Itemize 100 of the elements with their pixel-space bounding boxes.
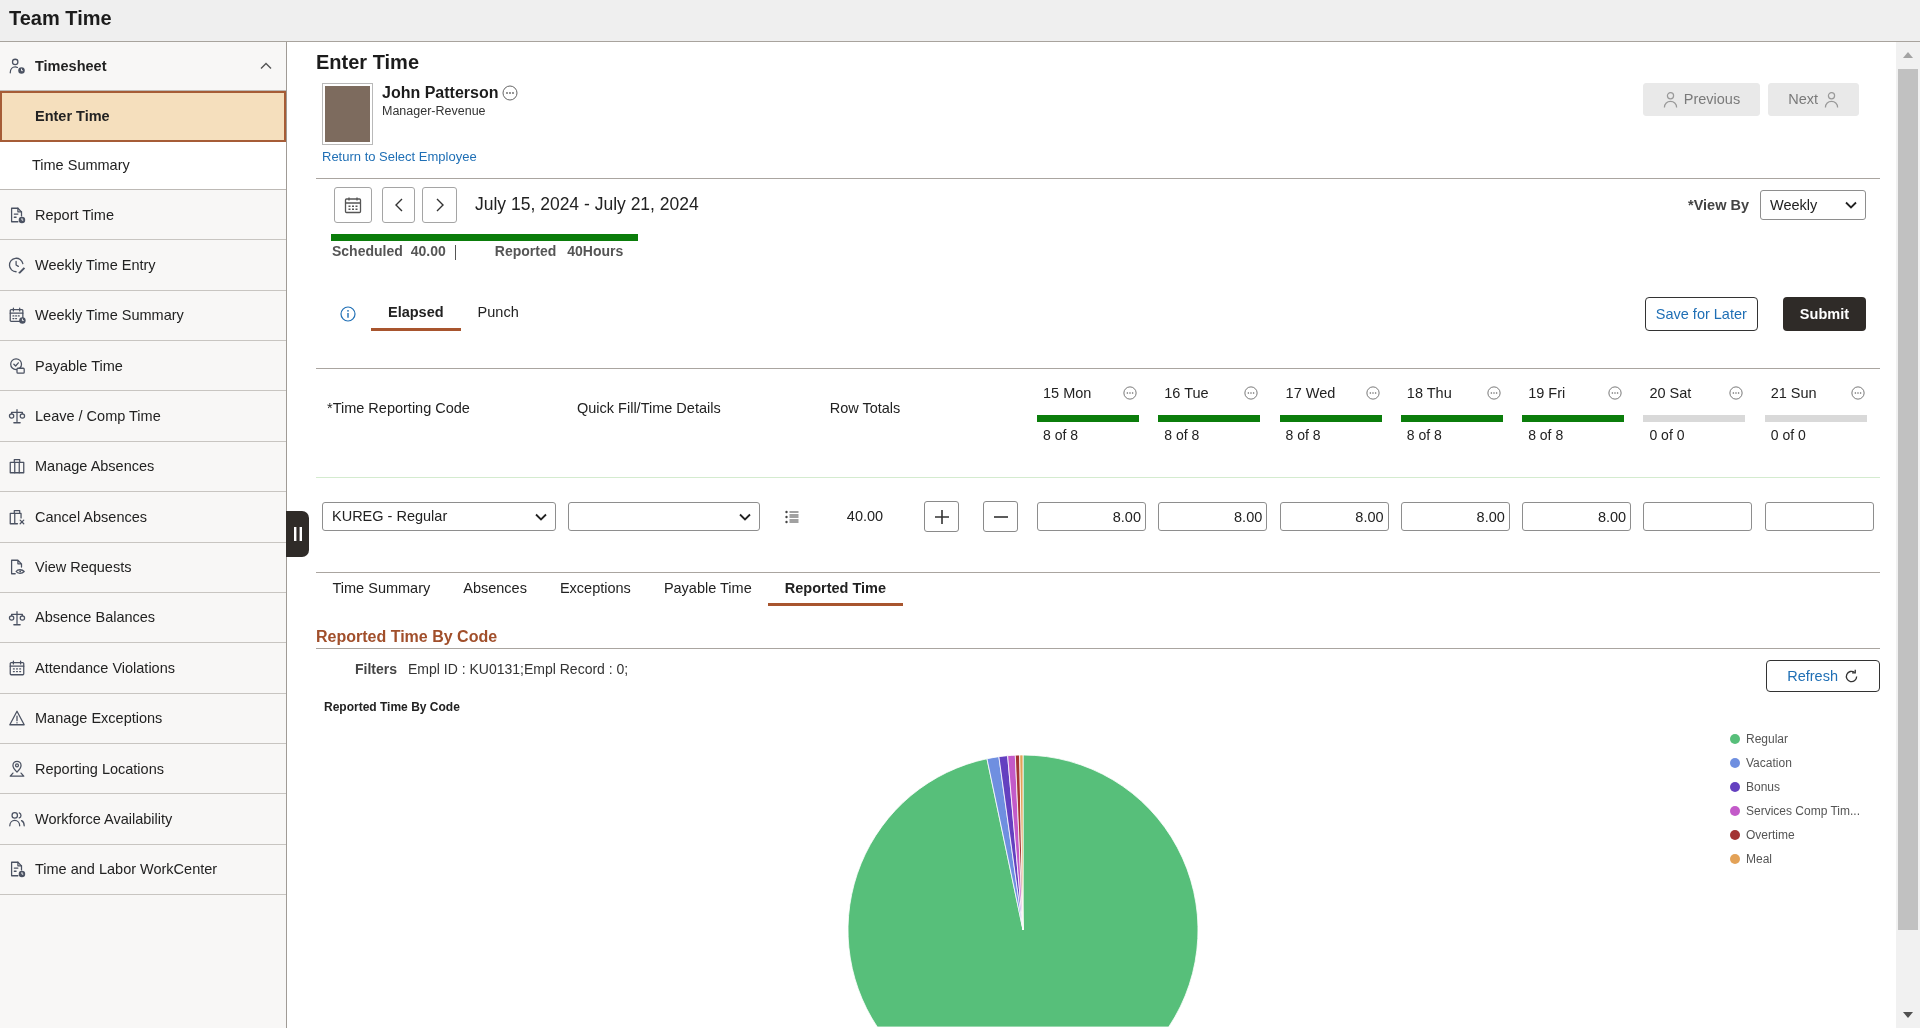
add-row-button[interactable]	[924, 501, 959, 532]
scheduled-label: Scheduled	[332, 243, 403, 261]
sidebar-item[interactable]: Payable Time	[0, 341, 286, 392]
refresh-icon	[1844, 668, 1859, 684]
detail-tab[interactable]: Exceptions	[543, 573, 648, 606]
day-hours-summary: 8 of 8	[1527, 427, 1565, 443]
sidebar-item[interactable]: View Requests	[0, 542, 286, 593]
hours-input[interactable]	[1643, 502, 1753, 531]
calendar-button[interactable]	[334, 187, 372, 223]
day-header: 20 Sat	[1649, 383, 1692, 403]
detail-tab[interactable]: Reported Time	[768, 573, 903, 606]
scroll-up-icon[interactable]	[1903, 52, 1913, 58]
sidebar-item[interactable]: Reporting Locations	[0, 743, 286, 795]
sidebar-item[interactable]: Attendance Violations	[0, 643, 286, 694]
chevron-up-icon	[260, 62, 272, 70]
legend-label: Overtime	[1746, 827, 1795, 843]
day-hours-summary: 8 of 8	[1042, 427, 1080, 443]
filters-label: Filters	[355, 660, 397, 678]
more-icon[interactable]	[1365, 386, 1380, 400]
save-for-later-button[interactable]: Save for Later	[1644, 297, 1758, 331]
delete-row-button[interactable]	[983, 501, 1018, 532]
person-icon	[1662, 91, 1678, 108]
warning-icon	[8, 709, 26, 728]
more-icon[interactable]	[1123, 386, 1137, 400]
row-total: 40.00	[846, 507, 884, 526]
sidebar-collapse-button[interactable]	[286, 511, 309, 557]
info-icon[interactable]	[340, 306, 356, 322]
page-title: Enter Time	[316, 50, 420, 75]
scrollbar-thumb[interactable]	[1898, 69, 1918, 930]
view-by-select[interactable]: Weekly	[1760, 190, 1866, 220]
grip-icon	[293, 527, 302, 541]
more-icon[interactable]	[1244, 386, 1259, 400]
hours-input[interactable]: 8.00	[1279, 502, 1389, 531]
entry-mode-tab[interactable]: Punch	[460, 297, 536, 331]
section-heading: Reported Time By Code	[316, 626, 1880, 649]
hours-input[interactable]: 8.00	[1400, 502, 1510, 531]
day-header: 15 Mon	[1043, 383, 1092, 403]
chart-title: Reported Time By Code	[323, 700, 461, 714]
sidebar-subitem[interactable]: Enter Time	[0, 91, 286, 142]
day-header: 21 Sun	[1770, 383, 1817, 403]
sidebar-item[interactable]: Workforce Availability	[0, 794, 286, 845]
more-icon[interactable]	[1608, 386, 1623, 400]
people-icon	[8, 810, 26, 828]
legend-label: Regular	[1746, 731, 1789, 747]
chevron-down-icon	[739, 512, 751, 521]
location-pin-icon	[8, 759, 26, 778]
sidebar-item[interactable]: Weekly Time Summary	[0, 290, 286, 342]
employee-job-title: Manager-Revenue	[382, 103, 487, 119]
person-icon	[1824, 91, 1839, 108]
sidebar-item[interactable]: Manage Exceptions	[0, 693, 286, 744]
scales-icon	[8, 608, 26, 627]
previous-week-button[interactable]	[382, 187, 415, 223]
scales-icon	[8, 407, 26, 426]
refresh-button[interactable]: Refresh	[1766, 660, 1880, 692]
hours-input[interactable]	[1764, 502, 1874, 531]
entry-mode-tab[interactable]: Elapsed	[371, 297, 461, 331]
sidebar-item[interactable]: Manage Absences	[0, 441, 286, 493]
day-hours-summary: 0 of 0	[1769, 427, 1807, 443]
sidebar-subitem[interactable]: Time Summary	[0, 142, 286, 190]
chevron-down-icon	[535, 512, 547, 521]
legend-label: Meal	[1746, 851, 1772, 867]
scheduled-value: 40.00	[410, 243, 446, 261]
hours-input[interactable]: 8.00	[1037, 502, 1146, 531]
sidebar-item[interactable]: Absence Balances	[0, 592, 286, 644]
hours-input[interactable]: 8.00	[1158, 502, 1268, 531]
quick-fill-select[interactable]	[568, 502, 760, 531]
detail-tab[interactable]: Absences	[446, 573, 544, 606]
next-week-button[interactable]	[422, 187, 457, 223]
more-icon[interactable]	[1850, 386, 1865, 400]
column-header: Row Totals	[829, 399, 901, 418]
list-icon[interactable]	[785, 509, 799, 524]
legend-label: Services Comp Tim...	[1746, 803, 1861, 819]
hours-input[interactable]: 8.00	[1522, 502, 1632, 531]
sidebar-item[interactable]: Report Time	[0, 190, 286, 241]
detail-tab[interactable]: Payable Time	[647, 573, 769, 606]
sidebar-item[interactable]: Time and Labor WorkCenter	[0, 844, 286, 896]
return-link[interactable]: Return to Select Employee	[322, 148, 477, 166]
detail-tab[interactable]: Time Summary	[316, 573, 447, 606]
sidebar-item[interactable]: Cancel Absences	[0, 492, 286, 543]
sidebar-item[interactable]: Leave / Comp Time	[0, 391, 286, 442]
photo-placeholder	[322, 83, 373, 145]
calendar-icon	[343, 195, 363, 215]
reported-value: 40Hours	[567, 243, 624, 261]
more-icon[interactable]	[502, 85, 519, 101]
day-hours-summary: 8 of 8	[1163, 427, 1201, 443]
scroll-down-icon[interactable]	[1903, 1012, 1913, 1018]
person-clock-icon	[8, 57, 26, 75]
chevron-down-icon	[1845, 201, 1857, 209]
date-range: July 15, 2024 - July 21, 2024	[475, 194, 699, 216]
day-header: 18 Thu	[1406, 383, 1452, 403]
time-code-select[interactable]: KUREG - Regular	[322, 502, 556, 531]
day-header: 16 Tue	[1164, 383, 1209, 403]
minus-icon	[992, 514, 1009, 519]
more-icon[interactable]	[1729, 386, 1744, 400]
sidebar-item[interactable]: Weekly Time Entry	[0, 240, 286, 291]
app-title: Team Time	[9, 5, 112, 30]
legend-label: Bonus	[1746, 779, 1781, 795]
submit-button[interactable]: Submit	[1782, 297, 1866, 331]
more-icon[interactable]	[1486, 386, 1501, 400]
chevron-left-icon	[394, 198, 403, 212]
